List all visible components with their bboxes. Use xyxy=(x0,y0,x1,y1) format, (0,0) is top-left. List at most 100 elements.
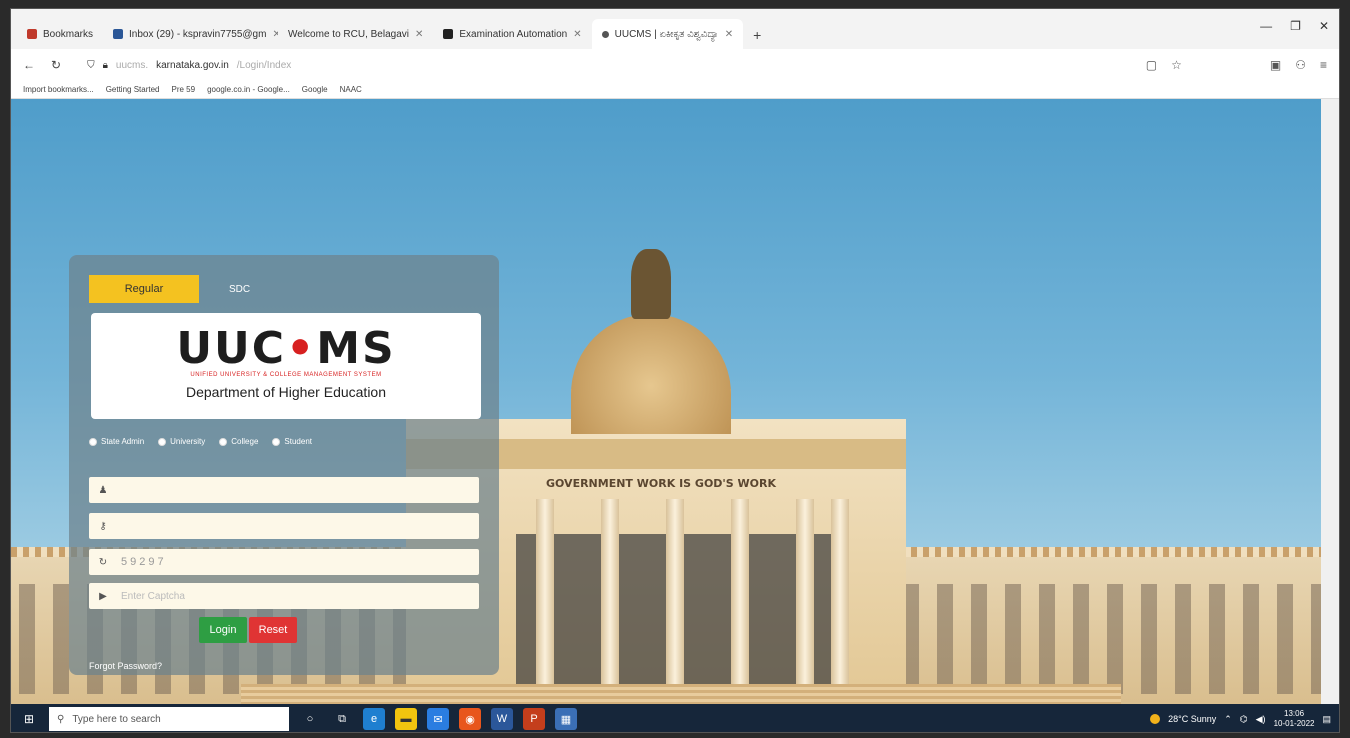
task-view-icon[interactable]: ⧉ xyxy=(331,708,353,730)
weather-text[interactable]: 28°C Sunny xyxy=(1168,714,1216,724)
radio-icon[interactable] xyxy=(219,437,228,446)
bookmarks-bar: Import bookmarks... Getting Started Pre … xyxy=(11,81,1339,99)
bookmark-import[interactable]: Import bookmarks... xyxy=(23,85,94,94)
powerpoint-icon[interactable]: P xyxy=(523,708,545,730)
bookmark-google[interactable]: Google xyxy=(302,85,328,94)
logo-prefix: UUC xyxy=(176,323,287,374)
account-icon[interactable]: ⚇ xyxy=(1295,58,1306,72)
bookmark-pre[interactable]: Pre 59 xyxy=(172,85,196,94)
url-suffix: /Login/Index xyxy=(236,59,292,71)
captcha-placeholder: Enter Captcha xyxy=(121,590,185,602)
mail-app-icon[interactable]: ✉ xyxy=(427,708,449,730)
url-domain: karnataka.gov.in xyxy=(156,59,229,71)
sun-icon xyxy=(1150,714,1161,724)
tab-regular[interactable]: Regular xyxy=(89,275,199,303)
pocket-icon[interactable]: ▣ xyxy=(1270,58,1281,72)
tab-rcu[interactable]: Welcome to RCU, Belagavi ✕ xyxy=(278,19,433,49)
taskbar-search[interactable]: ⚲ Type here to search xyxy=(49,707,289,731)
column xyxy=(666,499,684,689)
clock-time: 13:06 xyxy=(1284,709,1305,718)
tab-other[interactable]: SDC xyxy=(229,284,250,295)
back-icon[interactable]: ← xyxy=(23,58,35,72)
page-scrollbar[interactable] xyxy=(1321,99,1339,704)
building-dome xyxy=(571,314,731,434)
mail-icon xyxy=(113,29,124,39)
building-stairs xyxy=(241,684,1121,704)
lock-icon: 🔒︎ xyxy=(102,59,108,71)
bookmark-getting-started[interactable]: Getting Started xyxy=(106,85,160,94)
radio-icon[interactable] xyxy=(89,437,97,446)
word-icon[interactable]: W xyxy=(491,708,513,730)
app-icon[interactable]: ▦ xyxy=(555,708,577,730)
close-icon[interactable]: ✕ xyxy=(725,29,733,40)
tab-label: Examination Automation xyxy=(459,28,568,40)
role-college[interactable]: College xyxy=(219,437,258,446)
column xyxy=(731,499,749,689)
tab-inbox[interactable]: Inbox (29) - kspravin7755@gm ✕ xyxy=(103,19,278,49)
uucms-logo: UUC•MS UNIFIED UNIVERSITY & COLLEGE MANA… xyxy=(91,313,481,419)
login-mode-tabs: Regular SDC xyxy=(89,275,250,303)
shield-icon: ⛉ xyxy=(87,59,95,71)
close-icon[interactable]: ✕ xyxy=(415,29,423,40)
edge-icon[interactable]: e xyxy=(363,708,385,730)
role-university[interactable]: University xyxy=(158,437,205,446)
toolbar-spacer xyxy=(1196,58,1256,72)
radio-icon[interactable] xyxy=(272,437,281,446)
reset-button[interactable]: Reset xyxy=(249,617,297,643)
network-icon[interactable]: ⌬ xyxy=(1240,714,1248,725)
clock[interactable]: 13:06 10-01-2022 xyxy=(1274,709,1315,729)
notification-icon[interactable]: ▤ xyxy=(1322,714,1331,725)
captcha-input[interactable]: ▶ Enter Captcha xyxy=(89,583,479,609)
firefox-icon[interactable]: ◉ xyxy=(459,708,481,730)
browser-tab-strip: Bookmarks Inbox (29) - kspravin7755@gm ✕… xyxy=(11,9,1339,49)
tab-label: UUCMS | ಏಕೀಕೃತ ವಿಶ್ವವಿದ್ಯಾ xyxy=(614,28,719,40)
radio-icon[interactable] xyxy=(158,437,167,446)
reload-icon[interactable]: ↻ xyxy=(51,58,61,72)
chevron-up-icon[interactable]: ⌃ xyxy=(1224,714,1232,725)
star-icon[interactable]: ☆ xyxy=(1171,58,1182,72)
tab-exam-automation[interactable]: Examination Automation ✕ xyxy=(433,19,591,49)
tab-label: Welcome to RCU, Belagavi xyxy=(288,28,409,40)
close-window-button[interactable]: ✕ xyxy=(1319,19,1329,33)
maximize-button[interactable]: ❐ xyxy=(1290,19,1301,33)
bookmark-naac[interactable]: NAAC xyxy=(340,85,362,94)
captcha-icon: ▶ xyxy=(99,590,107,602)
reader-icon[interactable]: ▢ xyxy=(1146,58,1157,72)
windows-taskbar: ⊞ ⚲ Type here to search ○ ⧉ e ▬ ✉ ◉ W P … xyxy=(11,704,1339,732)
username-field[interactable]: ♟ xyxy=(89,477,479,503)
volume-icon[interactable]: ◀) xyxy=(1256,714,1266,725)
logo-accent: • xyxy=(286,323,317,374)
cortana-icon[interactable]: ○ xyxy=(299,708,321,730)
close-icon[interactable]: ✕ xyxy=(573,29,581,40)
role-label: University xyxy=(170,437,206,446)
tab-label: Inbox (29) - kspravin7755@gm xyxy=(129,28,267,40)
role-label: Student xyxy=(284,437,312,446)
page-content: GOVERNMENT WORK IS GOD'S WORK Regular SD… xyxy=(11,99,1323,704)
building-emblem xyxy=(631,249,671,319)
logo-wordmark: UUC•MS xyxy=(176,323,395,374)
address-bar[interactable]: ⛉ 🔒︎ uucms. karnataka.gov.in /Login/Inde… xyxy=(77,54,1130,76)
refresh-icon[interactable]: ↻ xyxy=(97,557,109,568)
forgot-password-link[interactable]: Forgot Password? xyxy=(89,661,162,671)
search-icon: ⚲ xyxy=(57,713,65,725)
captcha-value: 59297 xyxy=(121,556,167,568)
column xyxy=(601,499,619,689)
login-button[interactable]: Login xyxy=(199,617,247,643)
column xyxy=(536,499,554,689)
tab-uucms[interactable]: UUCMS | ಏಕೀಕೃತ ವಿಶ್ವವಿದ್ಯಾ ✕ xyxy=(591,19,744,49)
minimize-button[interactable]: — xyxy=(1260,19,1272,33)
bookmark-google-co-in[interactable]: google.co.in - Google... xyxy=(207,85,290,94)
tab-bookmarks[interactable]: Bookmarks xyxy=(17,19,103,49)
building-motto: GOVERNMENT WORK IS GOD'S WORK xyxy=(545,477,777,490)
password-field[interactable]: ⚷ xyxy=(89,513,479,539)
new-tab-button[interactable]: + xyxy=(743,27,771,49)
menu-icon[interactable]: ≡ xyxy=(1320,58,1327,72)
role-student[interactable]: Student xyxy=(272,437,312,446)
file-explorer-icon[interactable]: ▬ xyxy=(395,708,417,730)
role-label: State Admin xyxy=(101,437,145,446)
role-state-admin[interactable]: State Admin xyxy=(89,437,144,446)
column xyxy=(831,499,849,689)
windows-start-icon[interactable]: ⊞ xyxy=(19,709,39,729)
key-icon: ⚷ xyxy=(99,520,107,532)
screen: Bookmarks Inbox (29) - kspravin7755@gm ✕… xyxy=(10,8,1340,733)
